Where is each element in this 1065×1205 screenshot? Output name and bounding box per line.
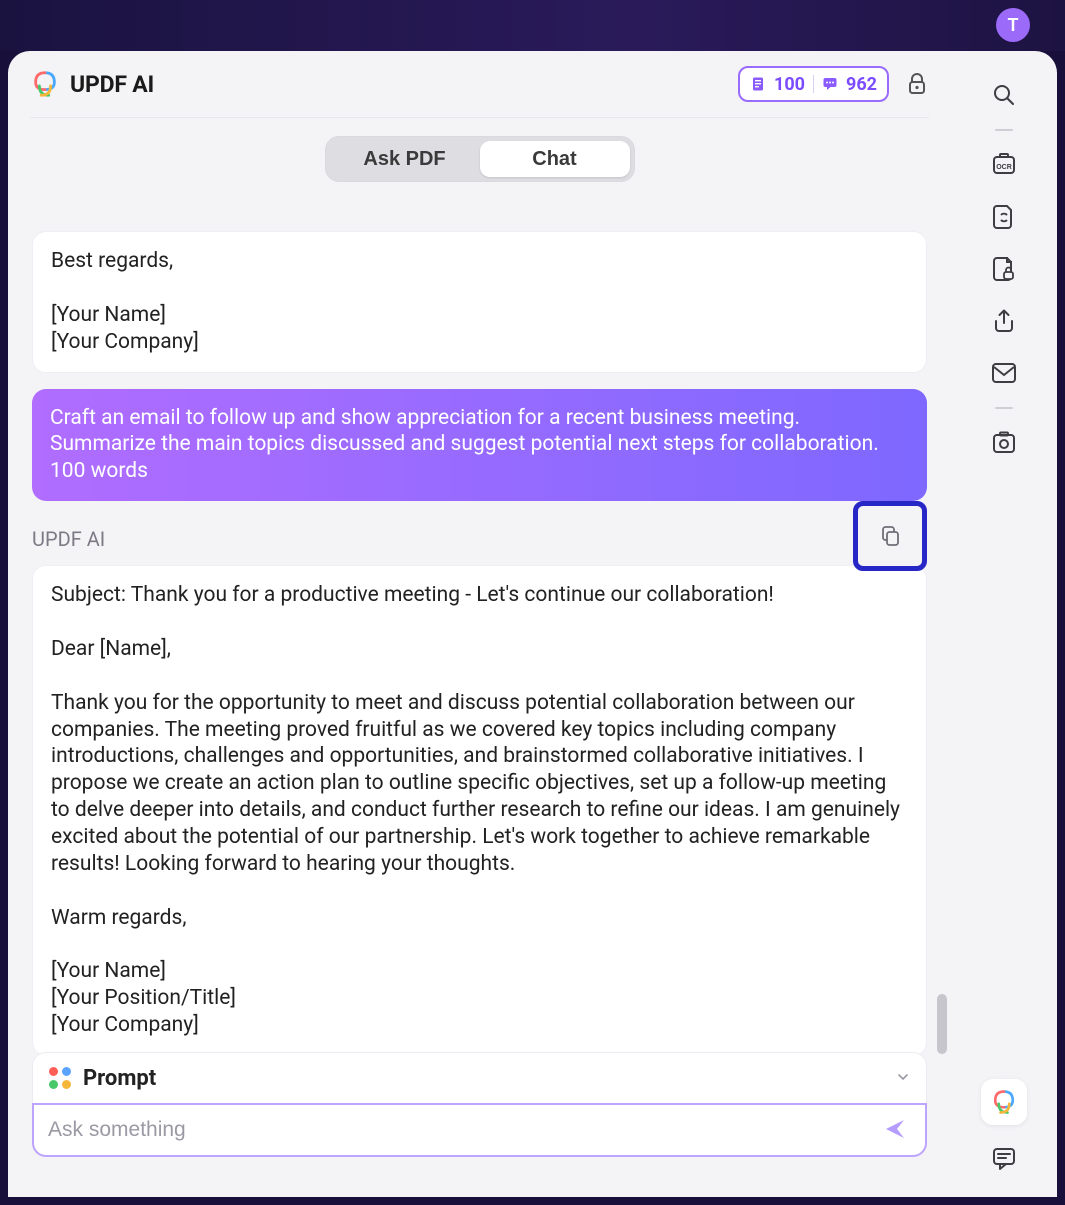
updf-logo-icon <box>990 1088 1018 1116</box>
chat-bubble-icon <box>822 76 838 92</box>
response-source-label: UPDF AI <box>32 527 105 551</box>
svg-text:OCR: OCR <box>996 164 1012 171</box>
tabs-row: Ask PDF Chat <box>8 118 951 200</box>
comments-button[interactable] <box>986 1141 1022 1177</box>
prompt-selector[interactable]: Prompt <box>32 1052 927 1104</box>
convert-icon <box>992 203 1016 231</box>
scrollbar-track <box>937 231 947 1091</box>
macos-menubar-strip: T <box>0 0 1065 51</box>
assistant-response-bubble: Subject: Thank you for a productive meet… <box>32 565 927 1056</box>
share-icon <box>991 308 1017 334</box>
copy-button-highlight <box>853 501 927 571</box>
app-header: UPDF AI 100 962 <box>8 51 951 117</box>
ocr-button[interactable]: OCR <box>986 147 1022 183</box>
chevron-down-icon <box>896 1069 910 1088</box>
screenshot-button[interactable] <box>986 425 1022 461</box>
share-button[interactable] <box>986 303 1022 339</box>
user-avatar[interactable]: T <box>996 8 1030 42</box>
pill-separator <box>813 75 814 93</box>
protect-button[interactable] <box>986 251 1022 287</box>
updf-logo-icon <box>30 69 60 99</box>
right-toolbar: OCR <box>951 51 1057 1197</box>
credits-pill[interactable]: 100 962 <box>738 66 889 102</box>
assistant-previous-bubble: Best regards, [Your Name] [Your Company] <box>32 231 927 373</box>
prompt-label: Prompt <box>83 1066 156 1091</box>
screenshot-icon <box>991 430 1017 456</box>
ocr-icon: OCR <box>991 152 1017 178</box>
copy-response-button[interactable] <box>877 523 903 549</box>
user-message-bubble: Craft an email to follow up and show app… <box>32 389 927 502</box>
prompt-dots-icon <box>49 1067 71 1089</box>
response-header: UPDF AI <box>32 519 927 559</box>
mode-tabs: Ask PDF Chat <box>325 136 635 182</box>
send-button[interactable] <box>879 1113 911 1148</box>
email-button[interactable] <box>986 355 1022 391</box>
search-icon <box>991 82 1017 108</box>
input-zone: Prompt <box>32 1052 927 1157</box>
message-input-bar <box>32 1103 927 1157</box>
app-window: UPDF AI 100 962 Ask PDF Chat Best regard… <box>8 51 1057 1197</box>
send-icon <box>883 1117 907 1141</box>
avatar-initial: T <box>1007 15 1018 36</box>
toolbar-divider <box>995 407 1013 409</box>
updf-ai-chip[interactable] <box>981 1079 1027 1125</box>
comment-icon <box>991 1146 1017 1172</box>
msg-credit-count: 962 <box>846 74 877 95</box>
chat-scroll-area: Best regards, [Your Name] [Your Company]… <box>8 231 951 1091</box>
search-button[interactable] <box>986 77 1022 113</box>
copy-icon <box>878 524 902 548</box>
scrollbar-thumb[interactable] <box>937 994 947 1054</box>
toolbar-divider <box>995 129 1013 131</box>
main-column: UPDF AI 100 962 Ask PDF Chat Best regard… <box>8 51 951 1197</box>
document-icon <box>750 76 766 92</box>
app-title: UPDF AI <box>70 71 154 98</box>
tab-chat[interactable]: Chat <box>480 141 630 177</box>
doc-credit-count: 100 <box>774 74 805 95</box>
email-icon <box>991 362 1017 384</box>
scrollbar[interactable] <box>937 231 947 1091</box>
tab-ask-pdf[interactable]: Ask PDF <box>330 141 480 177</box>
convert-button[interactable] <box>986 199 1022 235</box>
message-input[interactable] <box>48 1118 879 1142</box>
lock-button[interactable] <box>905 72 929 96</box>
file-lock-icon <box>992 255 1016 283</box>
